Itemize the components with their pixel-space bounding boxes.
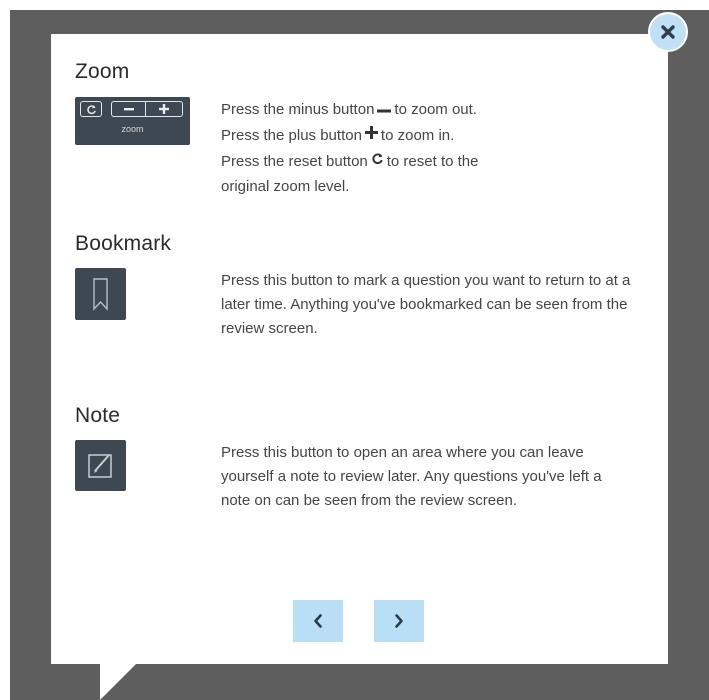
note-icon (75, 440, 126, 491)
zoom-widget-label: zoom (121, 124, 144, 134)
zoom-line3-pre: Press the reset button (221, 152, 368, 170)
zoom-line1-post: to zoom out. (394, 100, 477, 118)
chevron-right-icon (395, 614, 403, 628)
previous-button[interactable] (293, 600, 343, 642)
dialog-pointer-tail (100, 664, 136, 700)
zoom-line1-pre: Press the minus button (221, 100, 375, 118)
zoom-widget-icon: zoom (75, 97, 190, 145)
next-button[interactable] (374, 600, 424, 642)
zoom-line4: original zoom level. (221, 178, 350, 195)
close-button[interactable] (648, 12, 688, 52)
zoom-section-title: Zoom (75, 60, 130, 83)
bookmark-section-title: Bookmark (75, 232, 172, 255)
bookmark-icon (75, 268, 126, 320)
zoom-line3-post: to reset to the (386, 152, 479, 170)
zoom-minus-plus-icon (111, 101, 183, 117)
minus-icon (377, 97, 392, 121)
plus-icon (364, 123, 378, 147)
bookmark-description: Press this button to mark a question you… (221, 272, 631, 337)
reset-icon (371, 149, 384, 173)
zoom-reset-icon (80, 101, 102, 117)
zoom-line2-post: to zoom in. (380, 126, 455, 144)
chevron-left-icon (314, 614, 322, 628)
zoom-description: Press the minus button to zoom out. Press… (221, 97, 631, 199)
zoom-line2-pre: Press the plus button (221, 126, 362, 144)
note-description: Press this button to open an area where … (221, 444, 602, 509)
note-section-title: Note (75, 404, 121, 427)
close-icon (661, 25, 675, 39)
